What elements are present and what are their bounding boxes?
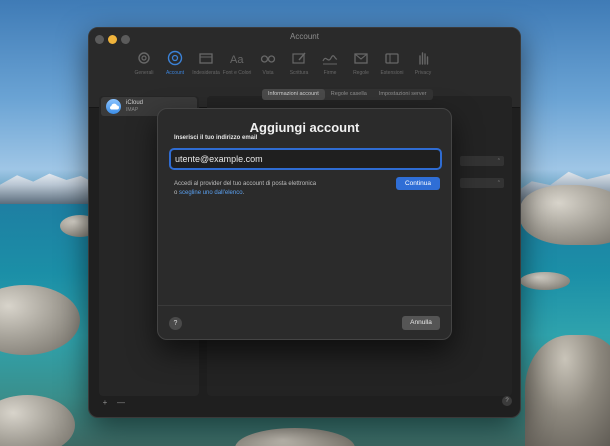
toolbar-item-account[interactable]: Account (160, 48, 190, 96)
toolbar-item-label: Font e Colori (222, 70, 252, 76)
toolbar-item-label: Scrittura (289, 70, 309, 76)
popup-selector[interactable]: ⌃ (460, 156, 504, 166)
puzzle-icon (385, 53, 399, 64)
cloud-icon (106, 99, 121, 114)
wallpaper-rock (520, 272, 570, 290)
toolbar-item-label: Privacy (414, 70, 432, 76)
toolbar-item-label: Estensioni (380, 70, 404, 76)
cancel-button[interactable]: Annulla (402, 316, 440, 330)
tab-informazioni-account[interactable]: Informazioni account (262, 89, 325, 100)
email-prompt-label: Inserisci il tuo indirizzo email (174, 135, 258, 141)
toolbar-item-font-e-colori[interactable]: Aa Font e Colori (222, 48, 252, 96)
account-type: IMAP (126, 106, 139, 113)
at-sign-icon (167, 50, 183, 66)
wallpaper-rock (525, 335, 610, 446)
account-tabs: Informazioni account Regole casella Impo… (262, 89, 433, 100)
continue-button[interactable]: Continua (396, 177, 440, 190)
toolbar-item-label: Regole (353, 70, 369, 76)
glasses-icon (260, 55, 276, 63)
toolbar-item-label: Firme (323, 70, 337, 76)
remove-account-button[interactable]: — (115, 398, 127, 408)
toolbar-item-generali[interactable]: Generali (129, 48, 159, 96)
toolbar-item-label: Account (165, 70, 185, 76)
gear-icon (138, 52, 150, 64)
toolbar-item-label: Generali (134, 70, 154, 76)
tab-impostazioni-server[interactable]: Impostazioni server (373, 89, 433, 100)
junk-mail-icon (199, 53, 213, 64)
toolbar-item-indesiderata[interactable]: Indesiderata (191, 48, 221, 96)
hand-icon (419, 52, 429, 65)
help-button[interactable]: ? (502, 396, 512, 406)
account-name: iCloud (126, 99, 144, 106)
dialog-title: Aggiungi account (249, 120, 360, 135)
svg-text:Aa: Aa (230, 54, 244, 66)
font-icon: Aa (230, 54, 244, 66)
wallpaper-mountains-left (0, 173, 95, 204)
pencil-icon (292, 52, 306, 64)
add-account-button[interactable]: + (99, 398, 111, 408)
provider-info-text: Accedi al provider del tuo account di po… (174, 181, 317, 196)
choose-from-list-link[interactable]: scegline uno dall'elenco (179, 190, 243, 196)
tab-regole-casella[interactable]: Regole casella (325, 89, 373, 100)
window-title: Account (290, 32, 319, 41)
toolbar-item-label: Vista (262, 70, 274, 76)
dialog-divider (158, 305, 451, 306)
add-account-dialog: Aggiungi account Inserisci il tuo indiri… (157, 108, 452, 340)
popup-selector[interactable]: ⌃ (460, 178, 504, 188)
wallpaper-rock (520, 185, 610, 245)
signature-icon (322, 55, 338, 65)
envelope-rules-icon (354, 53, 368, 64)
toolbar-item-label: Indesiderata (192, 70, 220, 76)
email-input[interactable] (169, 148, 442, 170)
dialog-help-button[interactable]: ? (169, 317, 182, 330)
